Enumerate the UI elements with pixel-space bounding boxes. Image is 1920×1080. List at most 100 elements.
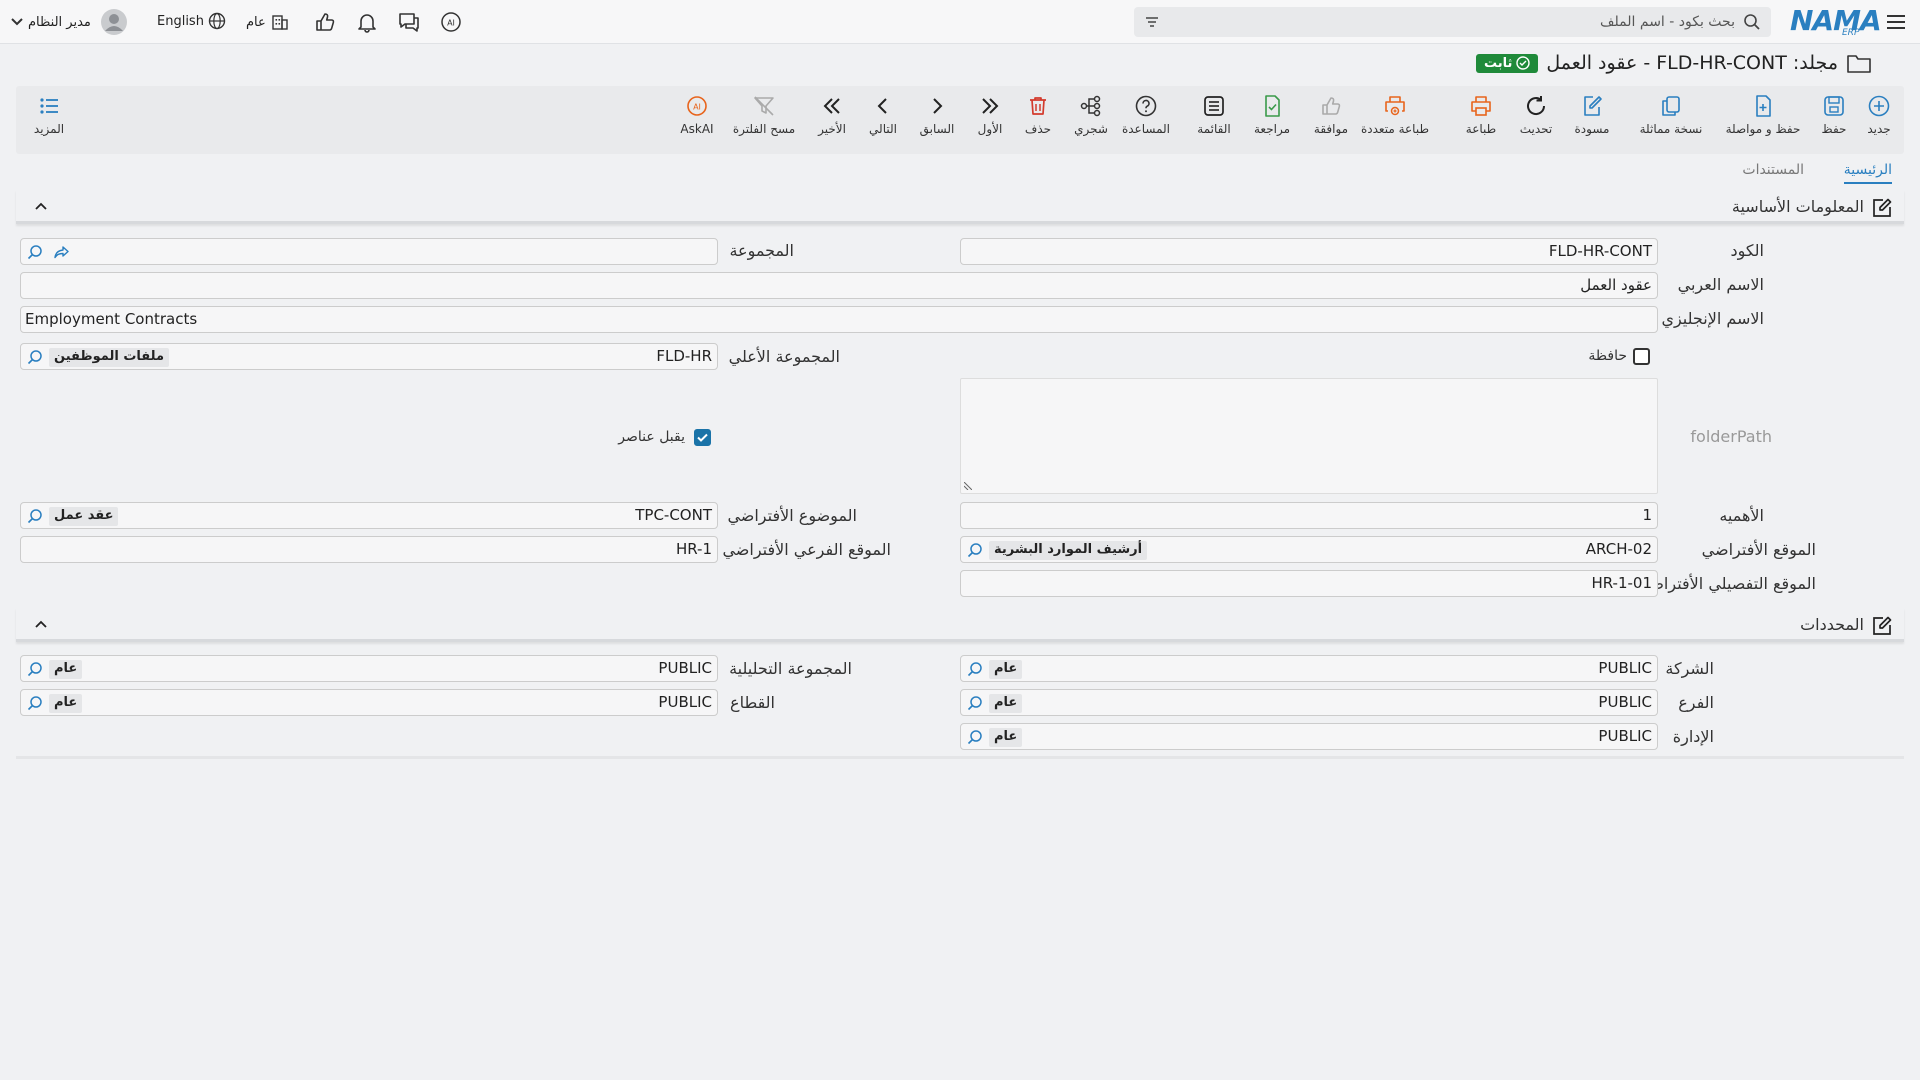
department-field[interactable]: PUBLIC عام xyxy=(960,723,1658,750)
default-topic-label: الموضوع الأفتراضي xyxy=(727,506,857,525)
search-lookup-icon[interactable] xyxy=(26,694,44,712)
search-input[interactable] xyxy=(1175,7,1735,37)
save-button[interactable]: حفظ xyxy=(1809,94,1859,136)
chevron-up-icon[interactable] xyxy=(32,616,50,634)
resize-handle-icon[interactable] xyxy=(964,482,972,490)
thumbs-up-icon[interactable] xyxy=(313,10,337,34)
analytic-group-label: المجموعة التحليلية xyxy=(729,659,852,678)
branch-label: الفرع xyxy=(1678,693,1714,712)
tab-main[interactable]: الرئيسية xyxy=(1843,162,1892,184)
chat-icon[interactable] xyxy=(397,10,421,34)
basic-info-section-header[interactable]: المعلومات الأساسية xyxy=(16,190,1904,224)
default-topic-name: عقد عمل xyxy=(49,507,119,526)
default-location-label: الموقع الأفتراضي xyxy=(1701,540,1816,559)
status-badge: ثابت xyxy=(1476,53,1539,73)
chevron-left-icon xyxy=(877,98,887,114)
search-lookup-icon[interactable] xyxy=(966,541,984,559)
chevron-down-icon xyxy=(11,18,23,26)
check-icon xyxy=(697,433,708,442)
share-icon[interactable] xyxy=(53,243,71,261)
branch-field[interactable]: PUBLIC عام xyxy=(960,689,1658,716)
search-lookup-icon[interactable] xyxy=(26,507,44,525)
default-location-name: أرشيف الموارد البشرية xyxy=(989,541,1148,560)
tab-documents[interactable]: المستندات xyxy=(1742,162,1804,178)
arabic-name-label: الاسم العربي xyxy=(1677,275,1764,294)
form-panel-bottom xyxy=(16,756,1904,759)
user-menu[interactable]: مدير النظام xyxy=(10,9,127,35)
svg-text:AI: AI xyxy=(693,103,701,112)
folder-path-textarea[interactable] xyxy=(960,378,1658,494)
folder-icon xyxy=(1847,55,1871,73)
search-lookup-icon[interactable] xyxy=(966,694,984,712)
english-name-value: Employment Contracts xyxy=(25,310,198,328)
parent-group-field[interactable]: FLD-HR ملفات الموظفين xyxy=(20,343,718,370)
group-field[interactable] xyxy=(20,238,718,265)
analytic-group-field[interactable]: PUBLIC عام xyxy=(20,655,718,682)
refresh-icon xyxy=(1527,96,1546,115)
duplicate-button-label: نسخة مماثلة xyxy=(1639,122,1703,136)
more-button[interactable]: المزيد xyxy=(14,94,84,136)
askai-button-label: AskAI xyxy=(680,122,714,136)
sector-field[interactable]: PUBLIC عام xyxy=(20,689,718,716)
draft-button[interactable]: مسودة xyxy=(1557,94,1627,136)
branch-name: عام xyxy=(989,694,1023,713)
search-lookup-icon[interactable] xyxy=(26,348,44,366)
multi-print-button[interactable]: طباعة متعددة xyxy=(1353,94,1437,136)
clear-filter-button[interactable]: مسح الفلترة xyxy=(729,94,799,136)
company-name: عام xyxy=(989,660,1023,679)
search-lookup-icon[interactable] xyxy=(966,660,984,678)
keeper-checkbox[interactable] xyxy=(1633,348,1650,365)
toolbar: المزيد AI AskAI مسح الفلترة الأخير التال… xyxy=(16,86,1904,154)
double-chevron-left-icon xyxy=(823,98,840,114)
importance-label: الأهميه xyxy=(1719,506,1764,525)
askai-button[interactable]: AI AskAI xyxy=(662,94,732,136)
clear-filter-button-label: مسح الفلترة xyxy=(732,122,796,136)
default-sublocation-value: HR-1 xyxy=(675,540,712,558)
sector-code: PUBLIC xyxy=(658,693,712,711)
department-name: عام xyxy=(989,728,1023,747)
code-value: FLD-HR-CONT xyxy=(1548,242,1652,260)
search-lookup-icon[interactable] xyxy=(26,243,44,261)
ai-assistant-icon[interactable]: AI xyxy=(439,10,463,34)
multi-print-button-label: طباعة متعددة xyxy=(1360,122,1429,136)
list-settings-icon xyxy=(40,98,58,114)
dimensions-section-header[interactable]: المحددات xyxy=(16,608,1904,642)
help-button[interactable]: المساعدة xyxy=(1111,94,1181,136)
bell-icon[interactable] xyxy=(355,10,379,34)
department-label: الإدارة xyxy=(1672,727,1714,746)
analytic-group-name: عام xyxy=(49,660,83,679)
default-location-field[interactable]: ARCH-02 أرشيف الموارد البشرية xyxy=(960,536,1658,563)
double-chevron-right-icon xyxy=(982,98,999,114)
duplicate-button[interactable]: نسخة مماثلة xyxy=(1629,94,1713,136)
hamburger-menu-icon[interactable] xyxy=(1884,10,1908,34)
default-topic-field[interactable]: TPC-CONT عقد عمل xyxy=(20,502,718,529)
default-detail-location-field[interactable]: HR-1-01 xyxy=(960,570,1658,597)
branch-code: PUBLIC xyxy=(1598,693,1652,711)
default-location-code: ARCH-02 xyxy=(1585,540,1652,558)
language-switch[interactable]: English xyxy=(157,12,226,30)
chevron-up-icon[interactable] xyxy=(32,198,50,216)
globe-icon xyxy=(208,12,226,30)
page-title-bar: مجلد: FLD-HR-CONT - عقود العمل ثابت xyxy=(1476,52,1872,74)
search-lookup-icon[interactable] xyxy=(26,660,44,678)
search-box xyxy=(1134,7,1771,37)
accepts-items-label: يقبل عناصر xyxy=(618,429,685,445)
scope-switch[interactable]: عام xyxy=(246,12,290,32)
importance-field[interactable]: 1 xyxy=(960,502,1658,529)
list-icon xyxy=(1204,96,1224,116)
ai-assistant-icon: AI xyxy=(687,96,707,116)
accepts-items-checkbox[interactable] xyxy=(694,429,711,446)
filter-icon[interactable] xyxy=(1144,14,1160,30)
save-continue-button[interactable]: حفظ و مواصلة xyxy=(1721,94,1805,136)
search-lookup-icon[interactable] xyxy=(966,728,984,746)
default-sublocation-field[interactable]: HR-1 xyxy=(20,536,718,563)
new-button[interactable]: جديد xyxy=(1854,94,1904,136)
arabic-name-field[interactable]: عقود العمل xyxy=(20,272,1658,299)
english-name-label: الاسم الإنجليزي xyxy=(1661,309,1764,328)
user-name: مدير النظام xyxy=(28,14,91,30)
save-icon xyxy=(1824,96,1844,116)
code-field[interactable]: FLD-HR-CONT xyxy=(960,238,1658,265)
draft-button-label: مسودة xyxy=(1574,122,1610,136)
english-name-field[interactable]: Employment Contracts xyxy=(20,306,1658,333)
company-field[interactable]: PUBLIC عام xyxy=(960,655,1658,682)
